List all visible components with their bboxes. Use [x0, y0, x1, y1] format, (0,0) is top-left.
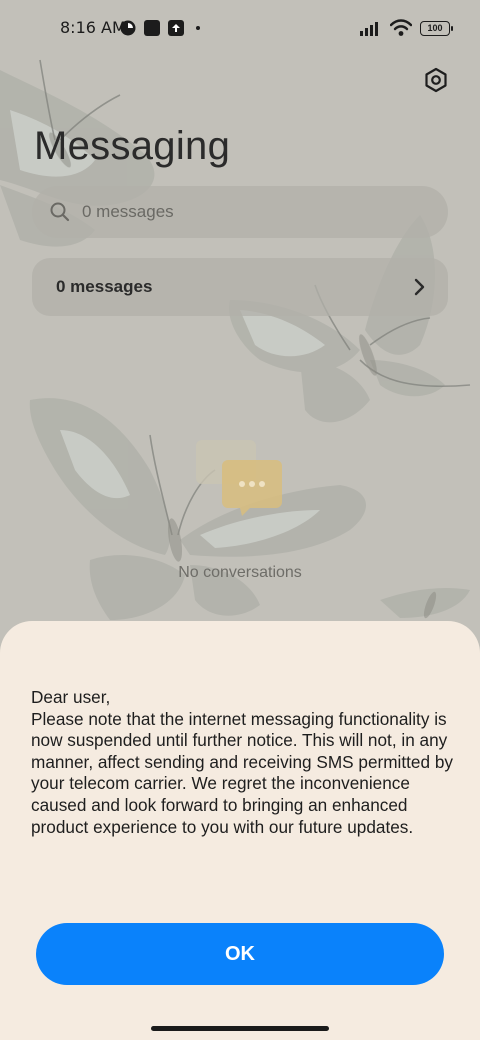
page-title: Messaging: [34, 124, 231, 168]
system-status-icons: 100: [360, 16, 453, 40]
chat-bubble-icon: [196, 440, 282, 516]
no-conversations-text: No conversations: [178, 564, 302, 581]
chevron-right-icon: [414, 278, 425, 296]
notice-message: Dear user, Please note that the internet…: [31, 687, 453, 837]
messages-card[interactable]: 0 messages: [32, 258, 448, 316]
search-input[interactable]: [82, 186, 422, 238]
notice-bottom-sheet: Dear user, Please note that the internet…: [0, 621, 480, 1040]
search-icon: [50, 202, 70, 222]
status-time: 8:16 AM: [60, 18, 126, 37]
status-bar: 8:16 AM 100: [0, 0, 480, 56]
notification-icons: [120, 16, 200, 40]
signal-icon: [360, 22, 378, 36]
upload-notification-icon: [168, 20, 184, 36]
app-notification-icon: [120, 20, 136, 36]
battery-level: 100: [427, 23, 443, 33]
wifi-icon: [390, 19, 412, 36]
battery-icon: 100: [420, 20, 453, 36]
messaging-screen: 8:16 AM 100 Messaging 0 messages 0 messa…: [0, 0, 480, 1040]
more-notifications-dot-icon: [196, 26, 200, 30]
settings-button[interactable]: [420, 64, 452, 96]
gear-icon: [425, 67, 447, 93]
ok-button[interactable]: OK: [36, 923, 444, 985]
messages-count-label: 0 messages: [56, 277, 153, 296]
search-bar[interactable]: [32, 186, 448, 238]
home-indicator[interactable]: [151, 1026, 329, 1031]
square-notification-icon: [144, 20, 160, 36]
